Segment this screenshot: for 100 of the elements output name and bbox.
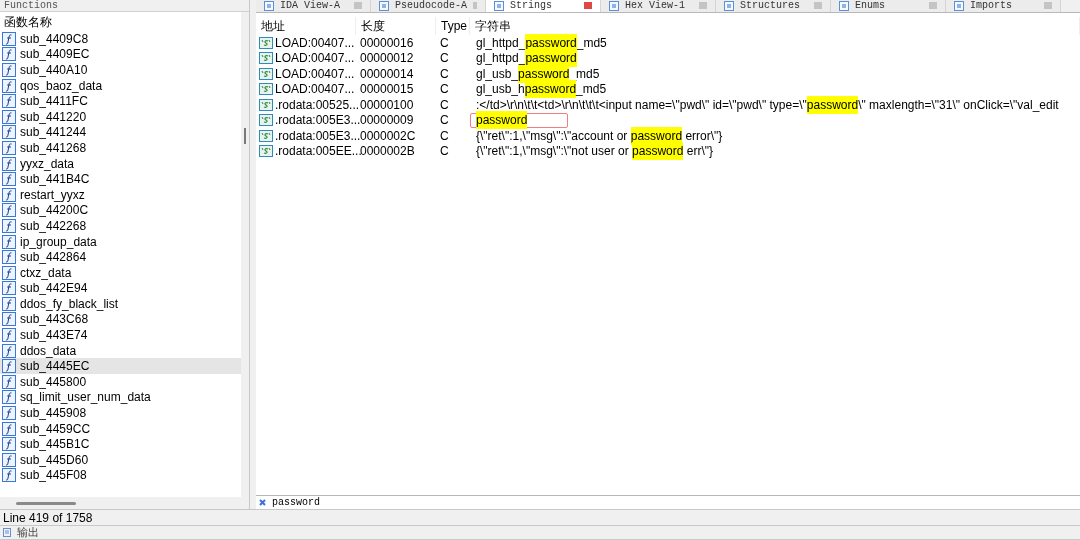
- function-icon: [2, 63, 16, 77]
- function-item[interactable]: restart_yyxz: [0, 186, 241, 203]
- length-cell-text: 00000014: [359, 65, 415, 83]
- tab[interactable]: Structures: [716, 0, 831, 12]
- function-icon: [2, 452, 16, 467]
- function-item[interactable]: sub_442E94: [0, 280, 241, 297]
- string-cell[interactable]: password: [470, 112, 568, 128]
- tab[interactable]: Hex View-1: [601, 0, 716, 12]
- function-item[interactable]: sub_441B4C: [0, 171, 241, 187]
- type-cell-text: C: [439, 96, 450, 114]
- tab-icon: [379, 0, 389, 11]
- function-item[interactable]: sub_442864: [0, 249, 241, 265]
- address-cell-text: LOAD:00407...: [275, 81, 355, 99]
- tab-icon: [724, 0, 734, 11]
- function-item[interactable]: sub_4445EC: [0, 358, 241, 375]
- tab-icon: [494, 0, 504, 11]
- function-item[interactable]: sub_441268: [0, 140, 241, 156]
- string-icon: [259, 145, 273, 158]
- function-item[interactable]: sub_443C68: [0, 311, 241, 328]
- column-header[interactable]: 地址: [256, 17, 356, 35]
- address-cell-text: LOAD:00407...: [275, 50, 355, 68]
- close-icon[interactable]: [259, 499, 266, 506]
- tab[interactable]: IDA View-A: [256, 0, 371, 12]
- function-icon: [2, 281, 16, 296]
- function-icon: [2, 140, 16, 155]
- function-icon: [2, 187, 16, 202]
- function-icon: [2, 359, 16, 374]
- function-item[interactable]: sub_4411FC: [0, 93, 241, 109]
- function-item[interactable]: sub_443E74: [0, 327, 241, 343]
- string-icon: [259, 83, 273, 96]
- string-icon: [259, 98, 273, 111]
- address-cell-text: LOAD:00407...: [275, 34, 355, 52]
- address-cell-text: .rodata:005EE...: [275, 143, 362, 161]
- function-icon: [2, 250, 16, 265]
- tab-icon: [609, 0, 619, 11]
- vertical-scrollbar[interactable]: [241, 12, 249, 509]
- function-icon: [2, 218, 16, 233]
- function-icon: [2, 312, 16, 327]
- function-item[interactable]: sub_44200C: [0, 202, 241, 219]
- function-item[interactable]: sub_441244: [0, 124, 241, 141]
- function-item[interactable]: sub_445B1C: [0, 436, 241, 453]
- function-icon: [2, 172, 16, 187]
- string-icon: [259, 114, 273, 127]
- tab-icon: [264, 0, 274, 11]
- function-icon: [2, 78, 16, 93]
- string-icon: [259, 36, 273, 49]
- function-item[interactable]: ip_group_data: [0, 233, 241, 250]
- length-cell-text: 00000016: [359, 34, 415, 52]
- status-text: Line 419 of 1758: [3, 509, 93, 527]
- function-icon: [2, 468, 16, 483]
- function-item[interactable]: yyxz_data: [0, 155, 241, 172]
- function-icon: [2, 109, 16, 124]
- function-item[interactable]: sq_limit_user_num_data: [0, 389, 241, 406]
- length-cell-text: 00000012: [359, 50, 415, 68]
- function-item[interactable]: sub_440A10: [0, 62, 241, 78]
- output-bar[interactable]: 输出: [0, 525, 1080, 540]
- function-icon: [2, 31, 16, 46]
- tab[interactable]: Enums: [831, 0, 946, 12]
- function-icon: [2, 125, 16, 140]
- column-header[interactable]: 长度: [356, 17, 436, 35]
- type-cell-text: C: [439, 81, 450, 99]
- function-item[interactable]: sub_442268: [0, 218, 241, 234]
- function-icon: [2, 328, 16, 343]
- length-cell-text: 00000015: [359, 81, 415, 99]
- tab[interactable]: Strings: [486, 0, 601, 12]
- function-item[interactable]: sub_4409C8: [0, 31, 241, 47]
- function-item[interactable]: qos_baoz_data: [0, 77, 241, 94]
- function-item[interactable]: sub_445D60: [0, 452, 241, 468]
- type-cell-text: C: [439, 143, 450, 161]
- function-item[interactable]: sub_445F08: [0, 467, 241, 484]
- type-cell-text: C: [439, 112, 450, 130]
- tab[interactable]: Imports: [946, 0, 1061, 12]
- column-header[interactable]: 函数名称: [0, 12, 241, 31]
- function-item[interactable]: sub_4459CC: [0, 420, 241, 437]
- column-header[interactable]: Type: [436, 17, 470, 35]
- tab[interactable]: Pseudocode-A: [371, 0, 486, 12]
- function-icon: [2, 390, 16, 405]
- function-icon: [2, 94, 16, 109]
- type-cell-text: C: [439, 127, 450, 145]
- function-icon: [2, 437, 16, 452]
- function-item[interactable]: ctxz_data: [0, 264, 241, 281]
- function-item[interactable]: sub_445908: [0, 405, 241, 421]
- type-cell-text: C: [439, 34, 450, 52]
- function-item[interactable]: ddos_fy_black_list: [0, 296, 241, 312]
- string-icon: [259, 129, 273, 142]
- function-item[interactable]: ddos_data: [0, 342, 241, 359]
- function-icon: [2, 421, 16, 436]
- length-cell-text: 00000100: [359, 96, 415, 114]
- function-icon: [2, 406, 16, 421]
- function-icon: [2, 374, 16, 389]
- tab-icon: [954, 0, 964, 11]
- string-icon: [259, 52, 273, 65]
- function-icon: [2, 203, 16, 218]
- function-item[interactable]: sub_441220: [0, 108, 241, 125]
- function-item[interactable]: sub_4409EC: [0, 46, 241, 63]
- string-icon: [259, 67, 273, 80]
- address-cell-text: .rodata:00525...: [275, 96, 360, 114]
- horizontal-scrollbar[interactable]: [0, 497, 241, 509]
- string-cell[interactable]: {\"ret\":1,\"msg\":\"not user or password err\"}: [470, 143, 714, 159]
- function-item[interactable]: sub_445800: [0, 374, 241, 390]
